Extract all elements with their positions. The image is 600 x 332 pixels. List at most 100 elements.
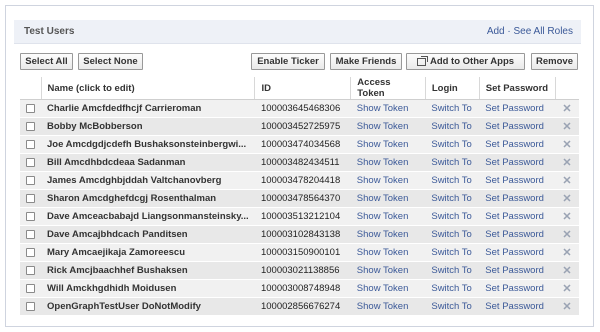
- user-id: 100003474034568: [254, 135, 351, 154]
- set-password-link[interactable]: Set Password: [479, 135, 556, 154]
- close-icon[interactable]: ✕: [555, 189, 579, 208]
- column-header-login: Login: [425, 77, 480, 100]
- close-icon[interactable]: ✕: [555, 297, 579, 316]
- show-token-link[interactable]: Show Token: [350, 297, 426, 316]
- set-password-link[interactable]: Set Password: [479, 117, 556, 136]
- table-row: Sharon Amcdghefdcgj Rosenthalman 10000347…: [20, 189, 579, 208]
- set-password-link[interactable]: Set Password: [479, 153, 556, 172]
- table-row: Bill Amcdhbdcdeaa Sadanman 10000348243451…: [20, 153, 579, 172]
- column-header-id: ID: [254, 77, 352, 100]
- table-header-row: Name (click to edit) ID Access Token Log…: [20, 77, 579, 100]
- table-row: Charlie Amcfdedfhcjf Carrieroman 10000364…: [20, 99, 579, 118]
- set-password-link[interactable]: Set Password: [479, 99, 556, 118]
- switch-to-link[interactable]: Switch To: [425, 225, 480, 244]
- close-icon[interactable]: ✕: [555, 279, 579, 298]
- user-name[interactable]: Mary Amcaejikaja Zamoreescu: [41, 243, 255, 262]
- row-checkbox[interactable]: [26, 247, 35, 257]
- column-header-set-password: Set Password: [479, 77, 556, 100]
- switch-to-link[interactable]: Switch To: [425, 135, 480, 154]
- row-select-cell: [20, 135, 41, 154]
- row-checkbox[interactable]: [26, 229, 35, 239]
- row-checkbox[interactable]: [26, 193, 35, 203]
- show-token-link[interactable]: Show Token: [350, 189, 426, 208]
- row-checkbox[interactable]: [26, 301, 35, 311]
- show-token-link[interactable]: Show Token: [350, 117, 426, 136]
- show-token-link[interactable]: Show Token: [350, 261, 426, 280]
- set-password-link[interactable]: Set Password: [479, 171, 556, 190]
- close-icon[interactable]: ✕: [555, 171, 579, 190]
- switch-to-link[interactable]: Switch To: [425, 171, 480, 190]
- row-checkbox[interactable]: [26, 139, 35, 149]
- row-checkbox[interactable]: [26, 283, 35, 293]
- user-name[interactable]: Charlie Amcfdedfhcjf Carrieroman: [41, 99, 255, 118]
- column-header-access-token: Access Token: [350, 77, 426, 100]
- switch-to-link[interactable]: Switch To: [425, 189, 480, 208]
- user-name[interactable]: Sharon Amcdghefdcgj Rosenthalman: [41, 189, 255, 208]
- user-name[interactable]: Bill Amcdhbdcdeaa Sadanman: [41, 153, 255, 172]
- share-box-icon: [416, 55, 428, 66]
- close-icon[interactable]: ✕: [555, 99, 579, 118]
- set-password-link[interactable]: Set Password: [479, 207, 556, 226]
- show-token-link[interactable]: Show Token: [350, 171, 426, 190]
- row-checkbox[interactable]: [26, 175, 35, 185]
- close-icon[interactable]: ✕: [555, 225, 579, 244]
- select-none-button[interactable]: Select None: [78, 53, 143, 70]
- user-name[interactable]: Bobby McBobberson: [41, 117, 255, 136]
- see-all-roles-link[interactable]: See All Roles: [514, 26, 573, 37]
- panel-title: Test Users: [24, 26, 75, 37]
- switch-to-link[interactable]: Switch To: [425, 279, 480, 298]
- table-row: Will Amckhgdhidh Moidusen 100003008748948…: [20, 279, 579, 298]
- close-icon[interactable]: ✕: [555, 135, 579, 154]
- user-name[interactable]: James Amcdghbjddah Valtchanovberg: [41, 171, 255, 190]
- show-token-link[interactable]: Show Token: [350, 207, 426, 226]
- user-name[interactable]: Joe Amcdgdjcdefh Bushaksonsteinbergwi...: [41, 135, 255, 154]
- switch-to-link[interactable]: Switch To: [425, 261, 480, 280]
- close-icon[interactable]: ✕: [555, 153, 579, 172]
- user-id: 100003513212104: [254, 207, 351, 226]
- row-checkbox[interactable]: [26, 121, 35, 131]
- close-icon[interactable]: ✕: [555, 207, 579, 226]
- user-name[interactable]: Will Amckhgdhidh Moidusen: [41, 279, 255, 298]
- column-header-name[interactable]: Name (click to edit): [41, 77, 256, 100]
- row-checkbox[interactable]: [26, 211, 35, 221]
- row-checkbox[interactable]: [26, 157, 35, 167]
- add-link[interactable]: Add: [487, 26, 505, 37]
- user-name[interactable]: Dave Amcajbhdcach Panditsen: [41, 225, 255, 244]
- switch-to-link[interactable]: Switch To: [425, 117, 480, 136]
- table-row: James Amcdghbjddah Valtchanovberg 1000034…: [20, 171, 579, 190]
- close-icon[interactable]: ✕: [555, 261, 579, 280]
- user-name[interactable]: Dave Amceacbabajd Liangsonmansteinsky...: [41, 207, 255, 226]
- show-token-link[interactable]: Show Token: [350, 243, 426, 262]
- switch-to-link[interactable]: Switch To: [425, 207, 480, 226]
- set-password-link[interactable]: Set Password: [479, 297, 556, 316]
- set-password-link[interactable]: Set Password: [479, 243, 556, 262]
- user-id: 100003102843138: [254, 225, 351, 244]
- set-password-link[interactable]: Set Password: [479, 189, 556, 208]
- enable-ticker-button[interactable]: Enable Ticker: [251, 53, 325, 70]
- user-name[interactable]: OpenGraphTestUser DoNotModify: [41, 297, 255, 316]
- set-password-link[interactable]: Set Password: [479, 225, 556, 244]
- select-all-button[interactable]: Select All: [20, 53, 73, 70]
- show-token-link[interactable]: Show Token: [350, 153, 426, 172]
- table-row: Rick Amcjbaachhef Bushaksen 1000030211388…: [20, 261, 579, 280]
- show-token-link[interactable]: Show Token: [350, 99, 426, 118]
- user-name[interactable]: Rick Amcjbaachhef Bushaksen: [41, 261, 255, 280]
- row-checkbox[interactable]: [26, 265, 35, 275]
- row-select-cell: [20, 207, 41, 226]
- remove-button[interactable]: Remove: [531, 53, 578, 70]
- switch-to-link[interactable]: Switch To: [425, 243, 480, 262]
- switch-to-link[interactable]: Switch To: [425, 99, 480, 118]
- row-checkbox[interactable]: [26, 103, 35, 113]
- set-password-link[interactable]: Set Password: [479, 261, 556, 280]
- switch-to-link[interactable]: Switch To: [425, 153, 480, 172]
- show-token-link[interactable]: Show Token: [350, 225, 426, 244]
- set-password-link[interactable]: Set Password: [479, 279, 556, 298]
- close-icon[interactable]: ✕: [555, 243, 579, 262]
- table-row: Mary Amcaejikaja Zamoreescu 1000031509001…: [20, 243, 579, 262]
- make-friends-button[interactable]: Make Friends: [330, 53, 402, 70]
- close-icon[interactable]: ✕: [555, 117, 579, 136]
- show-token-link[interactable]: Show Token: [350, 135, 426, 154]
- switch-to-link[interactable]: Switch To: [425, 297, 480, 316]
- show-token-link[interactable]: Show Token: [350, 279, 426, 298]
- add-to-other-apps-button[interactable]: Add to Other Apps: [406, 53, 525, 70]
